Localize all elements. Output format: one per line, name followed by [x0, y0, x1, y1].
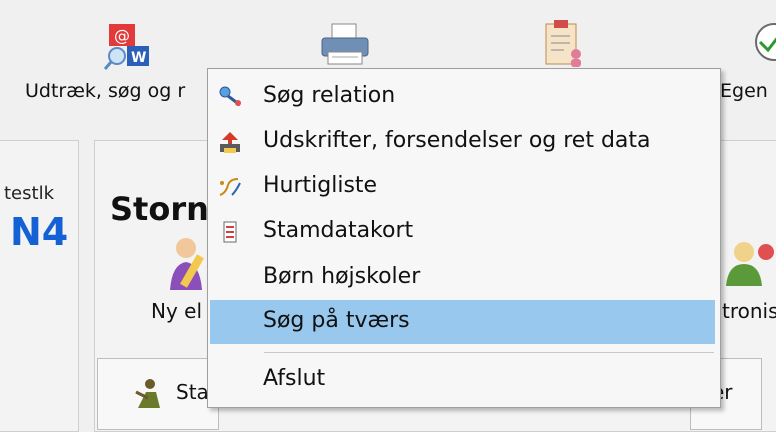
printer-icon [321, 23, 369, 65]
pencil-person-icon [170, 238, 204, 290]
user-name: testlk [4, 183, 54, 204]
context-menu: Søg relation Udskrifter, forsendelser og… [207, 68, 721, 408]
menu-item-label: Hurtigliste [263, 173, 378, 198]
checkmark-icon [755, 23, 776, 61]
svg-text:W: W [131, 50, 146, 66]
sync-button-label[interactable]: tronise [722, 299, 776, 323]
svg-text:@: @ [114, 26, 130, 45]
menu-separator [264, 352, 714, 353]
menu-item-afslut[interactable]: Afslut [208, 358, 718, 402]
toolbar-label: Egen [720, 80, 768, 102]
menu-item-label: Søg relation [263, 83, 396, 108]
menu-item-stamdatakort[interactable]: Stamdatakort [208, 210, 718, 254]
new-button-label[interactable]: Ny el [151, 299, 202, 323]
menu-item-label: Børn højskoler [263, 264, 421, 289]
toolbar-item-egen[interactable]: Egen [716, 0, 776, 120]
toolbar-item-extract-search[interactable]: @ W Udtræk, søg og r [0, 0, 220, 120]
menu-item-boern-hoejskoler[interactable]: Børn højskoler [208, 256, 718, 300]
page-title: Storn [110, 190, 209, 228]
toolbar-item-print[interactable] [300, 0, 400, 68]
mail-word-icon: @ W [103, 24, 149, 70]
menu-item-search-relation[interactable]: Søg relation [208, 75, 718, 119]
card-icon [223, 221, 237, 243]
person-icon [135, 379, 160, 408]
menu-item-label: Udskrifter, forsendelser og ret data [263, 128, 651, 153]
toolbar-item-clipboard[interactable] [520, 0, 610, 68]
user-code: N4 [10, 210, 69, 254]
tab-label: Sta [176, 380, 209, 404]
menu-item-label: Søg på tværs [263, 308, 410, 333]
quicklist-icon [219, 178, 241, 196]
menu-item-quicklist[interactable]: Hurtigliste [208, 165, 718, 209]
menu-item-print-send[interactable]: Udskrifter, forsendelser og ret data [208, 120, 718, 164]
menu-item-label: Afslut [263, 366, 326, 391]
menu-item-label: Stamdatakort [263, 218, 414, 243]
person-sync-icon [726, 242, 774, 286]
search-relation-icon [219, 86, 241, 107]
menu-item-soeg-paa-tvaers[interactable]: Søg på tværs [210, 300, 715, 344]
print-send-icon [220, 132, 240, 153]
clipboard-person-icon [545, 20, 581, 67]
toolbar-label: Udtræk, søg og r [25, 80, 186, 102]
